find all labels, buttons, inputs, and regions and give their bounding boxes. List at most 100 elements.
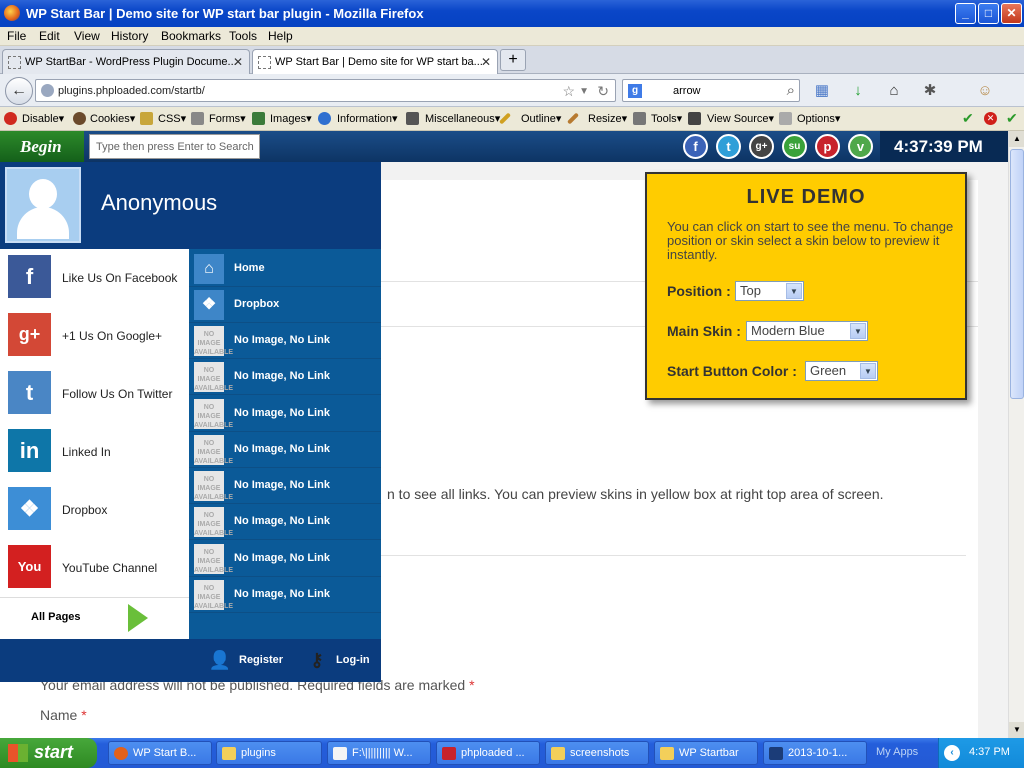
startbar-search-input[interactable]: Type then press Enter to Search — [89, 134, 260, 159]
bug-icon[interactable]: ✱ — [920, 81, 940, 101]
devbar-options[interactable]: Options▾ — [797, 112, 840, 125]
window-title-bar: WP Start Bar | Demo site for WP start ba… — [0, 0, 1024, 27]
folder-icon — [222, 747, 236, 760]
all-pages-button[interactable]: All Pages — [0, 597, 189, 639]
taskbar-item-filezilla[interactable]: phploaded ... — [436, 741, 540, 765]
close-button[interactable]: ✕ — [1001, 3, 1022, 24]
menu-view[interactable]: View — [74, 29, 100, 43]
back-button[interactable]: ← — [5, 77, 33, 105]
menu-bookmarks[interactable]: Bookmarks — [161, 29, 221, 43]
start-bar: Begin Type then press Enter to Search f … — [0, 131, 1008, 162]
menu-item-twitter[interactable]: t Follow Us On Twitter — [0, 365, 189, 423]
taskbar-item-screenshots[interactable]: screenshots — [545, 741, 649, 765]
search-icon[interactable]: ⌕ — [787, 82, 795, 99]
menu-link-no-image[interactable]: NO IMAGE AVAILABLE No Image, No Link — [189, 323, 381, 359]
menu-right-column: ⌂ Home ❖ Dropbox NO IMAGE AVAILABLE No I… — [189, 249, 381, 639]
position-select[interactable]: Top ▼ — [735, 281, 804, 301]
tab-close-icon[interactable]: ✕ — [233, 55, 243, 69]
scroll-down-icon[interactable]: ▼ — [1009, 722, 1024, 738]
minimize-button[interactable]: _ — [955, 3, 976, 24]
google-icon[interactable]: g — [628, 84, 642, 98]
devbar-view-source[interactable]: View Source▾ — [707, 112, 774, 125]
my-apps-toolbar[interactable]: My Apps — [876, 746, 918, 758]
menu-link-no-image[interactable]: NO IMAGE AVAILABLE No Image, No Link — [189, 541, 381, 577]
stumbleupon-icon[interactable]: su — [782, 134, 807, 159]
taskbar-item-wp-startbar[interactable]: WP Startbar — [654, 741, 758, 765]
menu-link-no-image[interactable]: NO IMAGE AVAILABLE No Image, No Link — [189, 396, 381, 432]
register-link[interactable]: 👤 Register — [205, 645, 283, 675]
menu-link-no-image[interactable]: NO IMAGE AVAILABLE No Image, No Link — [189, 468, 381, 504]
menu-link-home[interactable]: ⌂ Home — [189, 251, 381, 287]
windows-start-button[interactable]: start — [0, 738, 97, 768]
menu-link-no-image[interactable]: NO IMAGE AVAILABLE No Image, No Link — [189, 432, 381, 468]
main-skin-select[interactable]: Modern Blue ▼ — [746, 321, 868, 341]
menu-link-dropbox[interactable]: ❖ Dropbox — [189, 287, 381, 323]
dropbox-icon: ❖ — [8, 487, 51, 530]
googleplus-icon[interactable]: g+ — [749, 134, 774, 159]
menu-link-no-image[interactable]: NO IMAGE AVAILABLE No Image, No Link — [189, 577, 381, 613]
search-bar[interactable]: g arrow ⌕ — [622, 79, 800, 102]
tab-wp-startbar-docs[interactable]: WP StartBar - WordPress Plugin Docume...… — [2, 49, 250, 74]
download-icon[interactable]: ↓ — [848, 81, 868, 101]
menu-item-googleplus[interactable]: g+ +1 Us On Google+ — [0, 307, 189, 365]
facebook-icon[interactable]: f — [683, 134, 708, 159]
page-scrollbar[interactable]: ▲ ▼ — [1008, 131, 1024, 738]
devbar-css[interactable]: CSS▾ — [158, 112, 186, 125]
addon-icon[interactable]: ▦ — [812, 81, 832, 101]
scroll-up-icon[interactable]: ▲ — [1009, 131, 1024, 147]
reload-icon[interactable]: ↻ — [597, 83, 609, 100]
taskbar-item-editor[interactable]: F:\||||||||| W... — [327, 741, 431, 765]
vimeo-icon[interactable]: v — [848, 134, 873, 159]
devbar-resize[interactable]: Resize▾ — [588, 112, 627, 125]
new-tab-button[interactable]: + — [500, 49, 526, 71]
menu-tools[interactable]: Tools — [229, 29, 257, 43]
cookies-icon — [73, 112, 86, 125]
url-bar[interactable]: plugins.phploaded.com/startb/ ☆ ▼ ↻ — [35, 79, 616, 102]
home-icon[interactable]: ⌂ — [884, 81, 904, 101]
menu-link-no-image[interactable]: NO IMAGE AVAILABLE No Image, No Link — [189, 504, 381, 540]
name-label-text: Name — [40, 707, 78, 723]
pinterest-icon[interactable]: p — [815, 134, 840, 159]
error-icon[interactable]: ✕ — [984, 112, 997, 125]
no-image-icon: NO IMAGE AVAILABLE — [194, 507, 233, 537]
begin-button[interactable]: Begin — [0, 131, 84, 162]
maximize-button[interactable]: □ — [978, 3, 999, 24]
devbar-images[interactable]: Images▾ — [270, 112, 312, 125]
url-history-dropdown-icon[interactable]: ▼ — [579, 86, 589, 97]
devbar-forms[interactable]: Forms▾ — [209, 112, 246, 125]
menu-help[interactable]: Help — [268, 29, 293, 43]
information-icon — [318, 112, 331, 125]
login-link[interactable]: ⚷ Log-in — [302, 645, 369, 675]
devbar-tools[interactable]: Tools▾ — [651, 112, 682, 125]
devbar-outline[interactable]: Outline▾ — [521, 112, 561, 125]
tab-wp-start-bar-demo[interactable]: WP Start Bar | Demo site for WP start ba… — [252, 49, 498, 74]
check-icon[interactable]: ✔ — [962, 110, 974, 127]
menu-item-facebook[interactable]: f Like Us On Facebook — [0, 249, 189, 307]
play-arrow-icon — [128, 604, 148, 632]
menu-item-dropbox[interactable]: ❖ Dropbox — [0, 481, 189, 539]
menu-item-linkedin[interactable]: in Linked In — [0, 423, 189, 481]
taskbar-item-photoshop[interactable]: 2013-10-1... — [763, 741, 867, 765]
tab-close-icon[interactable]: ✕ — [481, 55, 491, 69]
menu-file[interactable]: File — [7, 29, 26, 43]
devbar-miscellaneous[interactable]: Miscellaneous▾ — [425, 112, 500, 125]
smiley-icon[interactable]: ☺ — [975, 81, 995, 101]
taskbar-item-firefox[interactable]: WP Start B... — [108, 741, 212, 765]
scroll-thumb[interactable] — [1010, 149, 1024, 399]
start-button-color-select[interactable]: Green ▼ — [805, 361, 878, 381]
bookmark-star-icon[interactable]: ☆ — [562, 83, 575, 100]
devbar-cookies[interactable]: Cookies▾ — [90, 112, 135, 125]
tray-expand-icon[interactable]: ‹ — [944, 745, 960, 761]
devbar-information[interactable]: Information▾ — [337, 112, 398, 125]
devbar-disable[interactable]: Disable▾ — [22, 112, 64, 125]
menu-link-label: Dropbox — [234, 298, 280, 310]
system-tray: ‹ 4:37 PM — [938, 738, 1024, 768]
menu-item-youtube[interactable]: You YouTube Channel — [0, 539, 189, 597]
taskbar-item-plugins[interactable]: plugins — [216, 741, 322, 765]
menu-link-no-image[interactable]: NO IMAGE AVAILABLE No Image, No Link — [189, 359, 381, 395]
menu-history[interactable]: History — [111, 29, 148, 43]
twitter-icon[interactable]: t — [716, 134, 741, 159]
menu-edit[interactable]: Edit — [39, 29, 60, 43]
menu-link-label: No Image, No Link — [234, 334, 330, 346]
valid-check-icon[interactable]: ✔ — [1006, 110, 1018, 127]
